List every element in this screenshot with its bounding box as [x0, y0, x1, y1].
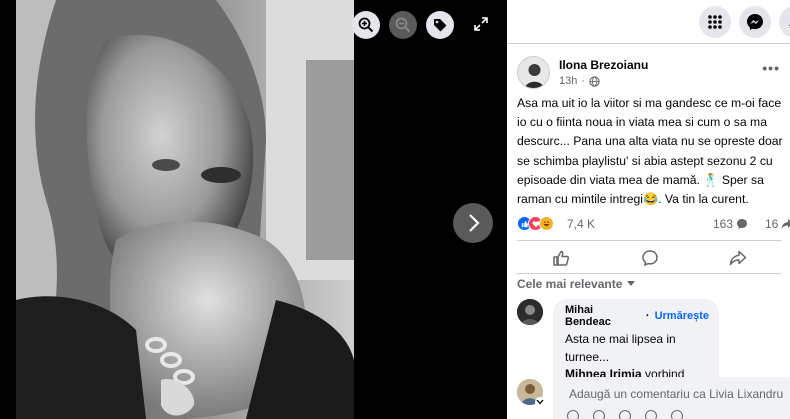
tag-button[interactable] [426, 11, 454, 39]
post-header: Ilona Brezoianu 13h · ••• [517, 56, 782, 90]
comment-button[interactable] [639, 247, 661, 269]
sticker-icon[interactable] [671, 410, 683, 419]
camera-icon[interactable] [619, 410, 631, 419]
separator-dot: · [645, 310, 650, 322]
tag-icon [434, 19, 447, 32]
shares-count-value: 16 [765, 217, 779, 231]
composer-tools [567, 410, 683, 419]
zoom-out-icon [395, 17, 411, 33]
commenter-name[interactable]: Mihai Bendeac [565, 304, 641, 328]
chevron-down-icon [536, 399, 544, 405]
top-bar [507, 0, 790, 44]
menu-button[interactable] [699, 6, 731, 38]
notifications-button[interactable] [779, 6, 790, 38]
comment-input-box [553, 377, 790, 419]
photo-viewer [0, 0, 507, 419]
photo-image [16, 0, 354, 419]
separator-dot: · [581, 75, 586, 87]
zoom-out-button[interactable] [389, 11, 417, 39]
comment-composer [517, 377, 790, 419]
caret-down-icon [627, 281, 636, 286]
menu-grid-icon [708, 15, 722, 29]
fullscreen-icon [474, 17, 488, 31]
messenger-icon [747, 14, 763, 30]
commenter-avatar[interactable] [517, 299, 543, 325]
avatar-image [518, 57, 549, 88]
post-meta: 13h · [559, 75, 600, 87]
comment-icon [642, 250, 658, 267]
comments-count-value: 163 [713, 217, 734, 231]
like-button[interactable] [550, 247, 572, 269]
sort-label: Cele mai relevante [517, 277, 623, 291]
post-actions [517, 240, 782, 274]
more-options-button[interactable]: ••• [762, 60, 780, 76]
haha-reaction-icon [539, 216, 554, 231]
gif-icon[interactable] [645, 410, 657, 419]
next-photo-button[interactable] [453, 203, 493, 243]
zoom-in-button[interactable] [352, 11, 380, 39]
post-text: Asa ma uit io la viitor si ma gandesc ce… [517, 96, 783, 207]
post-time[interactable]: 13h [559, 75, 577, 87]
follow-link[interactable]: Urmărește [655, 310, 709, 322]
share-button[interactable] [727, 247, 749, 269]
zoom-in-icon [358, 17, 374, 33]
comment-item: Mihai Bendeac · Urmărește Asta ne mai li… [517, 299, 782, 419]
share-small-icon [781, 219, 790, 229]
comment-header: Mihai Bendeac · Urmărește [565, 304, 709, 328]
thumbs-up-icon [553, 250, 570, 266]
chevron-right-icon [469, 214, 480, 232]
author-name[interactable]: Ilona Brezoianu [559, 58, 648, 72]
comments-count[interactable]: 163 [713, 217, 748, 231]
comment-bubble-icon [737, 219, 748, 229]
reactions-count[interactable]: 7,4 K [567, 217, 595, 231]
avatar-sticker-icon[interactable] [567, 410, 579, 419]
post-photo [16, 0, 354, 419]
comments-sort-dropdown[interactable]: Cele mai relevante [517, 277, 636, 291]
comment-text-start: Asta ne mai lipsea in turneе... [565, 332, 676, 364]
shares-count[interactable]: 16 [765, 217, 790, 231]
messenger-button[interactable] [739, 6, 771, 38]
avatar-switch-badge[interactable] [535, 397, 545, 407]
reactions-row: 7,4 K 163 16 [517, 214, 790, 234]
app-root: Ilona Brezoianu 13h · ••• Asa ma uit io … [0, 0, 790, 419]
share-icon [729, 250, 747, 266]
author-avatar[interactable] [517, 56, 550, 89]
globe-icon [589, 75, 600, 87]
fullscreen-button[interactable] [470, 13, 492, 35]
reaction-icons[interactable] [517, 216, 554, 231]
comment-input[interactable] [569, 387, 790, 401]
emoji-icon[interactable] [593, 410, 605, 419]
commenter-avatar-image [517, 299, 543, 325]
post-panel: Ilona Brezoianu 13h · ••• Asa ma uit io … [507, 0, 790, 419]
